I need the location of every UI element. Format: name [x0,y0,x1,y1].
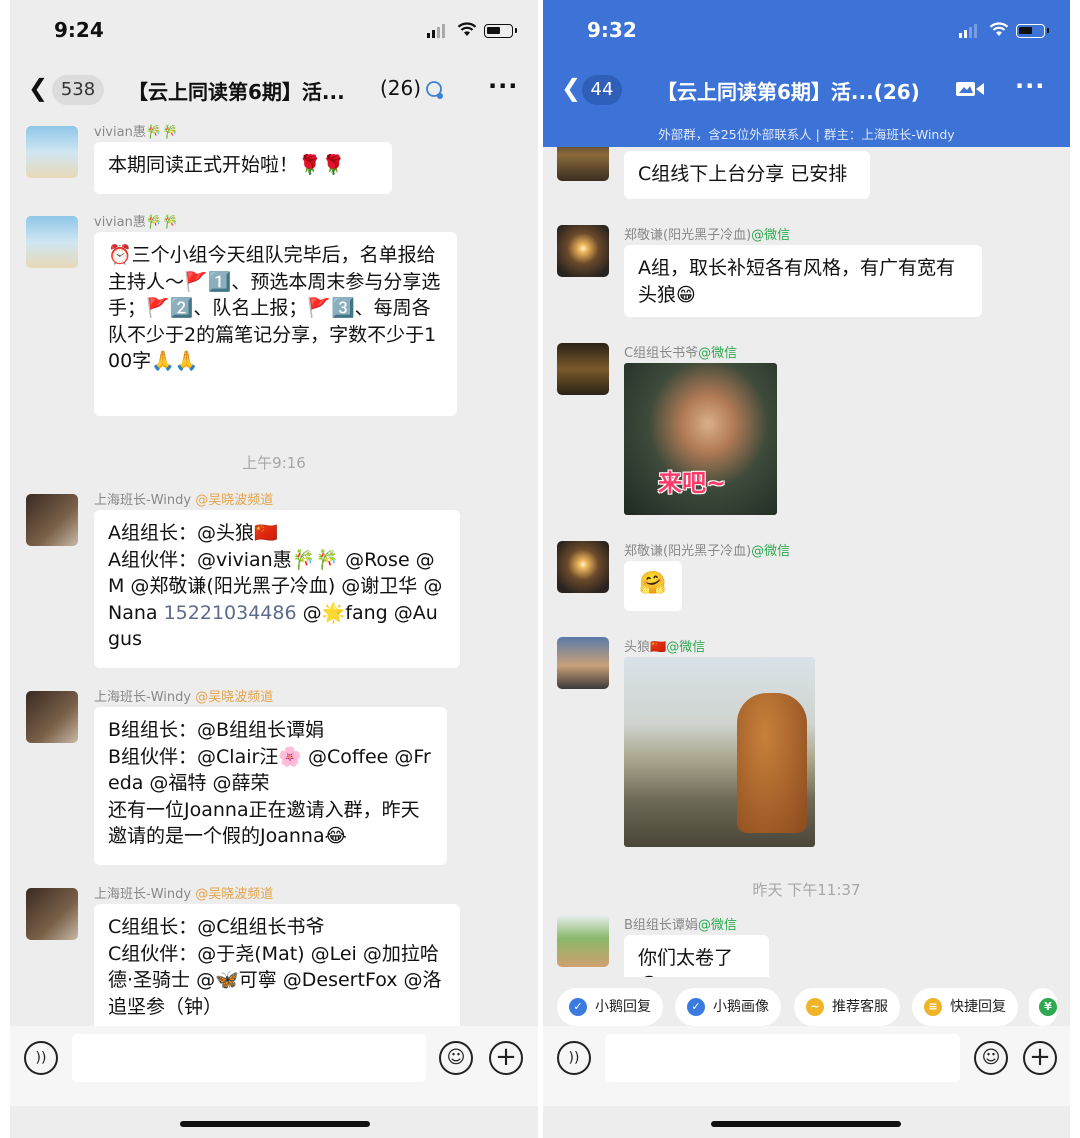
avatar[interactable] [557,225,609,277]
message-bubble[interactable]: B组组长：@B组组长谭娟 B组伙伴：@Clair汪🌸 @Coffee @Fred… [94,707,447,865]
service-icon: ~ [806,998,824,1016]
avatar[interactable] [26,126,78,178]
sender-name: 上海班长-Windy @吴晓波频道 [94,690,274,705]
photo-image[interactable] [624,657,815,847]
left-phone-screen: 9:24 ❮ 538 【云上同读第6期】活... (26) ··· vivian… [10,0,538,1138]
emoji-message[interactable]: 🤗 [624,561,682,611]
avatar[interactable] [26,216,78,268]
group-title: 【云上同读第6期】活...(26) [657,80,920,104]
avatar[interactable] [26,888,78,940]
sender-name: B组组长谭娟@微信 [624,918,737,933]
yuan-icon: ¥ [1039,998,1057,1016]
sticker-caption: 来吧~ [658,469,727,497]
sender-name: vivian惠🎋🎋 [94,215,179,230]
message-bubble[interactable]: 本期同读正式开始啦！🌹🌹 [94,142,392,194]
signal-icon [427,24,445,38]
sender-tag: @吴晓波频道 [195,493,274,508]
message-list[interactable]: vivian惠🎋🎋 本期同读正式开始啦！🌹🌹 vivian惠🎋🎋 ⏰三个小组今天… [10,118,538,1026]
home-indicator [711,1121,901,1127]
status-time: 9:32 [587,18,637,42]
emoji-icon[interactable]: ☺ [439,1041,473,1075]
wechat-tag: @微信 [666,640,706,655]
sender-name: 郑敬谦(阳光黑子冷血)@微信 [624,544,791,559]
avatar[interactable] [557,637,609,689]
wechat-tag: @微信 [698,346,738,361]
avatar[interactable] [557,915,609,967]
quick-reply-chip[interactable]: ✓ 小鹅回复 [557,988,663,1026]
back-chevron-icon[interactable]: ❮ [561,76,581,100]
more-options-icon[interactable]: ··· [488,72,518,100]
sender-tag: @吴晓波频道 [195,690,274,705]
voice-icon[interactable]: )) [24,1041,58,1075]
chat-header: ❮ 538 【云上同读第6期】活... (26) ··· [10,60,538,118]
sender-name: vivian惠🎋🎋 [94,125,179,140]
status-time: 9:24 [54,18,104,42]
wechat-tag: @微信 [751,544,791,559]
sender-name: C组组长书爷@微信 [624,346,738,361]
message-input[interactable] [605,1034,960,1082]
plus-icon[interactable]: + [489,1041,523,1075]
message-bubble[interactable]: C组线下上台分享 已安排 [624,151,870,199]
group-title: 【云上同读第6期】活... [128,80,345,104]
message-input[interactable] [72,1034,426,1082]
payment-chip[interactable]: ¥ [1029,988,1057,1026]
message-bubble[interactable]: A组组长：@头狼🇨🇳 A组伙伴：@vivian惠🎋🎋 @Rose @M @郑敬谦… [94,510,460,668]
member-count: (26) [380,76,422,100]
sender-name: 上海班长-Windy @吴晓波频道 [94,493,274,508]
avatar[interactable] [557,541,609,593]
video-call-icon[interactable] [955,80,985,98]
message-list[interactable]: C组线下上台分享 已安排 郑敬谦(阳光黑子冷血)@微信 A组，取长补短各有风格，… [543,147,1070,977]
sender-name: 头狼🇨🇳@微信 [624,640,706,655]
message-bubble[interactable]: A组，取长补短各有风格，有广有宽有头狼😁 [624,245,982,317]
quick-reply-chip[interactable]: ≡ 快捷回复 [912,988,1018,1026]
battery-icon [484,24,517,38]
penguin-icon: ✓ [569,998,587,1016]
unread-count-badge[interactable]: 538 [52,75,104,105]
message-bubble[interactable]: C组组长：@C组组长书爷 C组伙伴：@于尧(Mat) @Lei @加拉哈德·圣骑… [94,904,460,1026]
avatar[interactable] [26,494,78,546]
sender-name: 郑敬谦(阳光黑子冷血)@微信 [624,228,791,243]
quick-reply-chip[interactable]: ~ 推荐客服 [794,988,900,1026]
chat-bubble-icon[interactable] [424,80,446,100]
message-bubble[interactable]: ⏰三个小组今天组队完毕后，名单报给主持人～🚩1️⃣、预选本周末参与分享选手；🚩2… [94,232,457,416]
quick-reply-chip[interactable]: ✓ 小鹅画像 [675,988,781,1026]
emoji-icon[interactable]: ☺ [974,1041,1008,1075]
more-options-icon[interactable]: ··· [1015,72,1045,100]
battery-icon [1016,24,1049,38]
wifi-icon [457,22,477,36]
toy-figure [737,693,807,833]
sender-tag: @吴晓波频道 [195,887,274,902]
sender-name: 上海班长-Windy @吴晓波频道 [94,887,274,902]
status-bar: 9:24 [10,0,538,60]
signal-icon [959,24,977,38]
plus-icon[interactable]: + [1023,1041,1057,1075]
group-subtitle: 外部群，含25位外部联系人 | 群主：上海班长-Windy [658,127,955,142]
right-phone-screen: 9:32 ❮ 44 【云上同读第6期】活...(26) ··· 外部群，含25位… [543,0,1070,1138]
voice-icon[interactable]: )) [557,1041,591,1075]
input-bar: )) ☺ + [10,1026,538,1106]
wechat-tag: @微信 [697,918,737,933]
chat-header: ❮ 44 【云上同读第6期】活...(26) ··· [543,60,1070,118]
quick-reply-icon: ≡ [924,998,942,1016]
unread-count-badge[interactable]: 44 [582,75,622,105]
wechat-tag: @微信 [751,228,791,243]
phone-number-link[interactable]: 15221034486 [164,602,297,624]
avatar[interactable] [557,343,609,395]
avatar[interactable] [557,147,609,181]
input-bar: )) ☺ + [543,1026,1070,1106]
back-chevron-icon[interactable]: ❮ [28,76,48,100]
status-bar: 9:32 [543,0,1070,60]
wifi-icon [989,22,1009,36]
penguin-icon: ✓ [687,998,705,1016]
message-timestamp: 昨天 下午11:37 [752,881,861,899]
message-bubble[interactable]: 你们太卷了😭 [624,935,769,977]
message-timestamp: 上午9:16 [242,454,306,472]
home-indicator [180,1121,370,1127]
sticker-image[interactable]: 来吧~ [624,363,777,515]
avatar[interactable] [26,691,78,743]
